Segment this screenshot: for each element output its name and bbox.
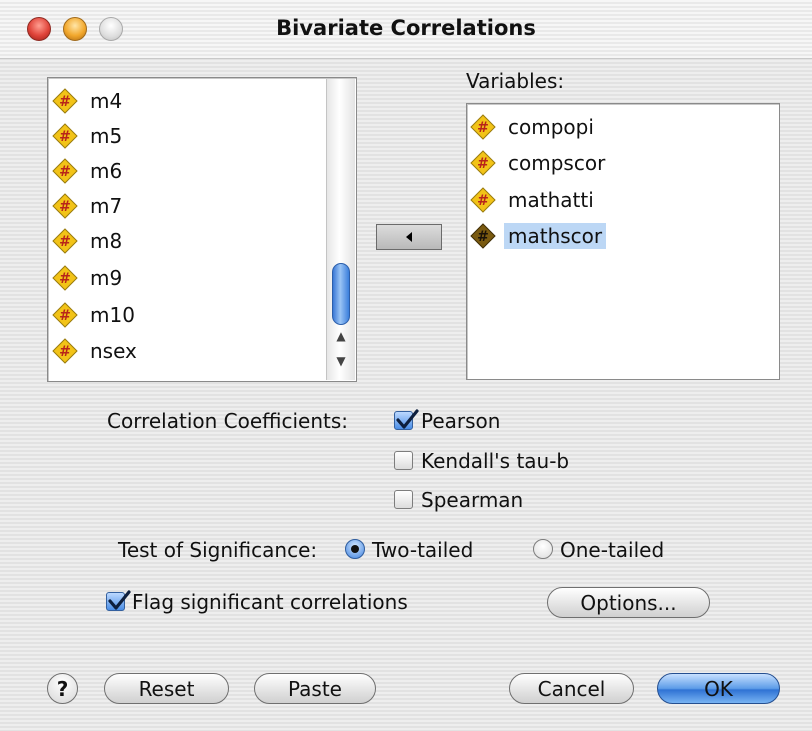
source-list-item[interactable]: m5 [52,119,126,153]
variable-label: m4 [90,89,123,113]
variable-label: m10 [90,303,135,327]
scroll-down-arrow-icon[interactable]: ▼ [327,354,355,368]
numeric-variable-icon [52,88,78,114]
two-tailed-label: Two-tailed [372,538,474,562]
variable-label-selected: mathscor [504,223,607,249]
options-button[interactable]: Options... [547,587,710,618]
numeric-variable-icon [52,265,78,291]
help-button[interactable]: ? [47,673,78,704]
scrollbar-thumb[interactable] [332,263,350,325]
spearman-checkbox[interactable] [394,490,413,509]
variables-label: Variables: [466,69,565,93]
cancel-button[interactable]: Cancel [509,673,634,704]
source-list-scrollbar[interactable]: ▲ ▼ [326,79,355,380]
source-variable-list[interactable]: m4 m5 m6 m7 m8 m9 m10 nsex ▲ ▼ [47,77,357,382]
one-tailed-radio[interactable] [533,539,553,559]
move-variable-button[interactable] [376,224,442,250]
selected-variables-list[interactable]: compopi compscor mathatti mathscor [466,103,780,380]
numeric-variable-icon [470,150,496,176]
two-tailed-radio[interactable] [345,539,365,559]
pearson-checkbox[interactable] [394,411,413,430]
numeric-variable-icon [52,193,78,219]
selected-variable-item[interactable]: compopi [470,110,598,144]
selected-variable-item[interactable]: mathscor [470,219,607,253]
ok-button[interactable]: OK [657,673,780,704]
checkmark-icon [107,590,131,612]
numeric-variable-icon [52,338,78,364]
numeric-variable-icon-selected [470,223,496,249]
one-tailed-label: One-tailed [560,538,665,562]
window-title: Bivariate Correlations [276,16,536,40]
source-list-item[interactable]: m6 [52,154,126,188]
variable-label: compscor [508,151,606,175]
selected-variable-item[interactable]: compscor [470,146,609,180]
source-list-item[interactable]: m10 [52,298,139,332]
paste-button[interactable]: Paste [254,673,376,704]
title-bar: Bivariate Correlations [0,0,812,59]
numeric-variable-icon [52,228,78,254]
checkmark-icon [395,409,419,431]
flag-significant-label: Flag significant correlations [132,590,408,614]
kendall-checkbox[interactable] [394,451,413,470]
variable-label: m6 [90,159,123,183]
radio-dot-icon [351,545,359,553]
source-list-item[interactable]: m8 [52,224,126,258]
pearson-label: Pearson [421,409,501,433]
variable-label: nsex [90,339,137,363]
numeric-variable-icon [470,114,496,140]
source-list-item[interactable]: nsex [52,334,141,368]
variable-label: m9 [90,266,123,290]
reset-button[interactable]: Reset [104,673,229,704]
numeric-variable-icon [52,123,78,149]
variable-label: m7 [90,194,123,218]
test-of-significance-label: Test of Significance: [118,538,318,562]
scroll-up-arrow-icon[interactable]: ▲ [327,329,355,343]
correlation-coefficients-label: Correlation Coefficients: [107,409,349,433]
source-list-item[interactable]: m4 [52,84,126,118]
flag-significant-checkbox[interactable] [106,592,125,611]
variable-label: compopi [508,115,594,139]
variable-label: m5 [90,124,123,148]
selected-variable-item[interactable]: mathatti [470,183,598,217]
variable-label: mathatti [508,188,594,212]
variable-label: m8 [90,229,123,253]
source-list-item[interactable]: m9 [52,261,126,295]
numeric-variable-icon [470,187,496,213]
source-list-item[interactable]: m7 [52,189,126,223]
spearman-label: Spearman [421,488,524,512]
numeric-variable-icon [52,302,78,328]
numeric-variable-icon [52,158,78,184]
left-triangle-arrow-icon [406,232,412,242]
kendall-label: Kendall's tau-b [421,449,570,473]
